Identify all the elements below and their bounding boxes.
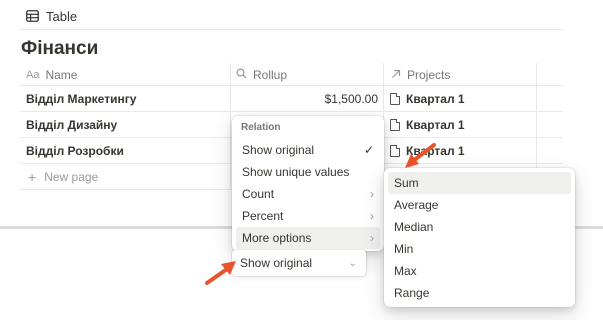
menu-item-label: Median bbox=[394, 220, 434, 234]
page-icon bbox=[390, 93, 400, 105]
rollup-calculate-menu: Relation Show original ✓ Show unique val… bbox=[232, 116, 384, 251]
menu-item-label: Show unique values bbox=[242, 165, 350, 179]
menu-item-label: Show original bbox=[242, 143, 315, 157]
text-property-icon: Aa bbox=[26, 68, 40, 81]
column-header-label: Name bbox=[45, 67, 78, 82]
row-name-cell[interactable]: Відділ Маркетингу bbox=[26, 86, 136, 112]
search-icon bbox=[236, 67, 247, 82]
check-icon: ✓ bbox=[363, 143, 374, 157]
chevron-right-icon: › bbox=[370, 187, 374, 201]
menu-item-show-unique-values[interactable]: Show unique values bbox=[236, 161, 380, 183]
row-name-cell[interactable]: Відділ Розробки bbox=[26, 138, 124, 164]
annotation-arrow-icon bbox=[405, 143, 436, 168]
page-icon bbox=[390, 145, 400, 157]
view-divider bbox=[20, 29, 563, 30]
column-header-projects[interactable]: Projects bbox=[391, 63, 450, 86]
menu-item-sum[interactable]: Sum bbox=[388, 172, 571, 194]
new-page-button[interactable]: + New page bbox=[28, 164, 98, 190]
menu-item-percent[interactable]: Percent › bbox=[236, 205, 380, 227]
menu-item-average[interactable]: Average bbox=[388, 194, 571, 216]
select-label: Show original bbox=[240, 256, 313, 270]
calculate-select-button[interactable]: Show original ⌄ bbox=[232, 250, 366, 276]
relation-arrow-icon bbox=[391, 68, 401, 82]
database-title[interactable]: Фінанси bbox=[21, 38, 98, 60]
more-options-submenu: Sum Average Median Min Max Range bbox=[384, 168, 575, 307]
menu-section-label: Relation bbox=[241, 121, 281, 133]
column-header-label: Rollup bbox=[253, 67, 288, 82]
menu-item-label: Range bbox=[394, 286, 430, 300]
menu-item-range[interactable]: Range bbox=[388, 282, 571, 304]
new-page-label: New page bbox=[44, 170, 99, 184]
column-divider bbox=[230, 63, 231, 190]
table-header: Aa Name Rollup Projects bbox=[20, 63, 563, 86]
menu-item-label: Average bbox=[394, 198, 439, 212]
menu-item-show-original[interactable]: Show original ✓ bbox=[236, 139, 380, 161]
menu-item-label: More options bbox=[242, 231, 312, 245]
chevron-down-icon: ⌄ bbox=[348, 257, 357, 269]
menu-item-label: Sum bbox=[394, 176, 419, 190]
menu-item-median[interactable]: Median bbox=[388, 216, 571, 238]
view-tab-table[interactable]: Table bbox=[26, 7, 77, 25]
row-project-cell[interactable]: Квартал 1 bbox=[390, 112, 465, 138]
menu-item-label: Count bbox=[242, 187, 275, 201]
plus-icon: + bbox=[28, 169, 37, 185]
page-icon bbox=[390, 119, 400, 131]
row-project-cell[interactable]: Квартал 1 bbox=[390, 86, 465, 112]
column-header-name[interactable]: Aa Name bbox=[26, 63, 77, 86]
column-header-label: Projects bbox=[407, 67, 451, 82]
row-name-cell[interactable]: Відділ Дизайну bbox=[26, 112, 117, 138]
table-icon bbox=[26, 10, 39, 22]
view-tab-label: Table bbox=[46, 8, 78, 24]
chevron-right-icon: › bbox=[370, 231, 374, 245]
table-row[interactable]: Відділ Маркетингу $1,500.00 Квартал 1 bbox=[20, 86, 563, 112]
project-link[interactable]: Квартал 1 bbox=[406, 92, 465, 106]
menu-item-max[interactable]: Max bbox=[388, 260, 571, 282]
menu-item-more-options[interactable]: More options › bbox=[236, 227, 380, 249]
chevron-right-icon: › bbox=[370, 209, 374, 223]
menu-item-label: Min bbox=[394, 242, 414, 256]
menu-item-count[interactable]: Count › bbox=[236, 183, 380, 205]
annotation-arrow-icon bbox=[205, 261, 236, 285]
column-header-rollup[interactable]: Rollup bbox=[236, 63, 287, 86]
menu-item-label: Percent bbox=[242, 209, 284, 223]
row-rollup-cell[interactable]: $1,500.00 bbox=[234, 86, 378, 112]
menu-item-min[interactable]: Min bbox=[388, 238, 571, 260]
menu-item-label: Max bbox=[394, 264, 417, 278]
project-link[interactable]: Квартал 1 bbox=[406, 118, 465, 132]
